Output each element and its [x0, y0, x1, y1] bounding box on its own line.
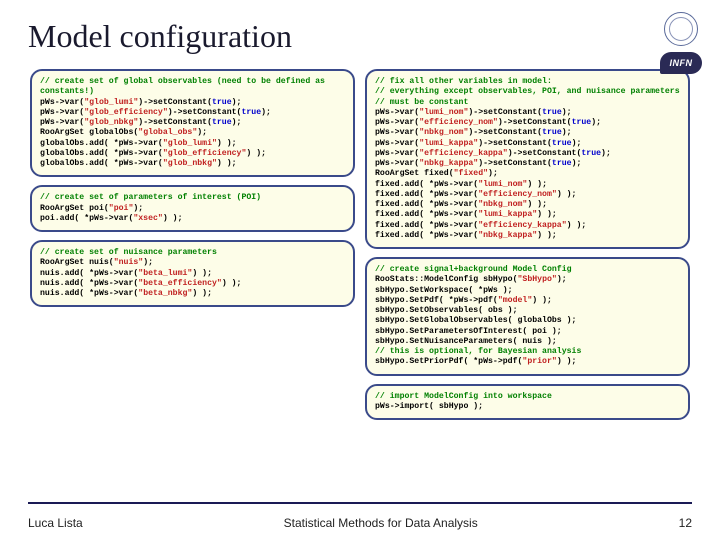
code-block-fix-vars: // fix all other variables in model: // …	[365, 69, 690, 249]
code-comment: // import ModelConfig into workspace	[375, 392, 552, 401]
code-comment: // create set of nuisance parameters	[40, 248, 217, 257]
footer-divider	[28, 502, 692, 504]
code-comment: // fix all other variables in model:	[375, 77, 552, 86]
infn-logo-icon: INFN	[660, 52, 702, 74]
right-column: // fix all other variables in model: // …	[365, 69, 690, 420]
slide: Model configuration INFN // create set o…	[0, 0, 720, 540]
footer: Luca Lista Statistical Methods for Data …	[28, 516, 692, 530]
code-block-import: // import ModelConfig into workspace pWs…	[365, 384, 690, 421]
footer-author: Luca Lista	[28, 516, 83, 530]
slide-title: Model configuration	[28, 18, 692, 55]
logo-area: INFN	[660, 12, 702, 74]
code-comment: // create signal+background Model Config	[375, 265, 572, 274]
code-block-modelconfig: // create signal+background Model Config…	[365, 257, 690, 376]
code-comment: // create set of parameters of interest …	[40, 193, 261, 202]
left-column: // create set of global observables (nee…	[30, 69, 355, 420]
code-block-poi: // create set of parameters of interest …	[30, 185, 355, 232]
code-comment: // create set of global observables (nee…	[40, 77, 330, 96]
page-number: 12	[679, 516, 692, 530]
content-columns: // create set of global observables (nee…	[28, 69, 692, 420]
code-block-global-obs: // create set of global observables (nee…	[30, 69, 355, 177]
university-seal-icon	[664, 12, 698, 46]
code-block-nuisance: // create set of nuisance parameters Roo…	[30, 240, 355, 307]
footer-title: Statistical Methods for Data Analysis	[83, 516, 679, 530]
